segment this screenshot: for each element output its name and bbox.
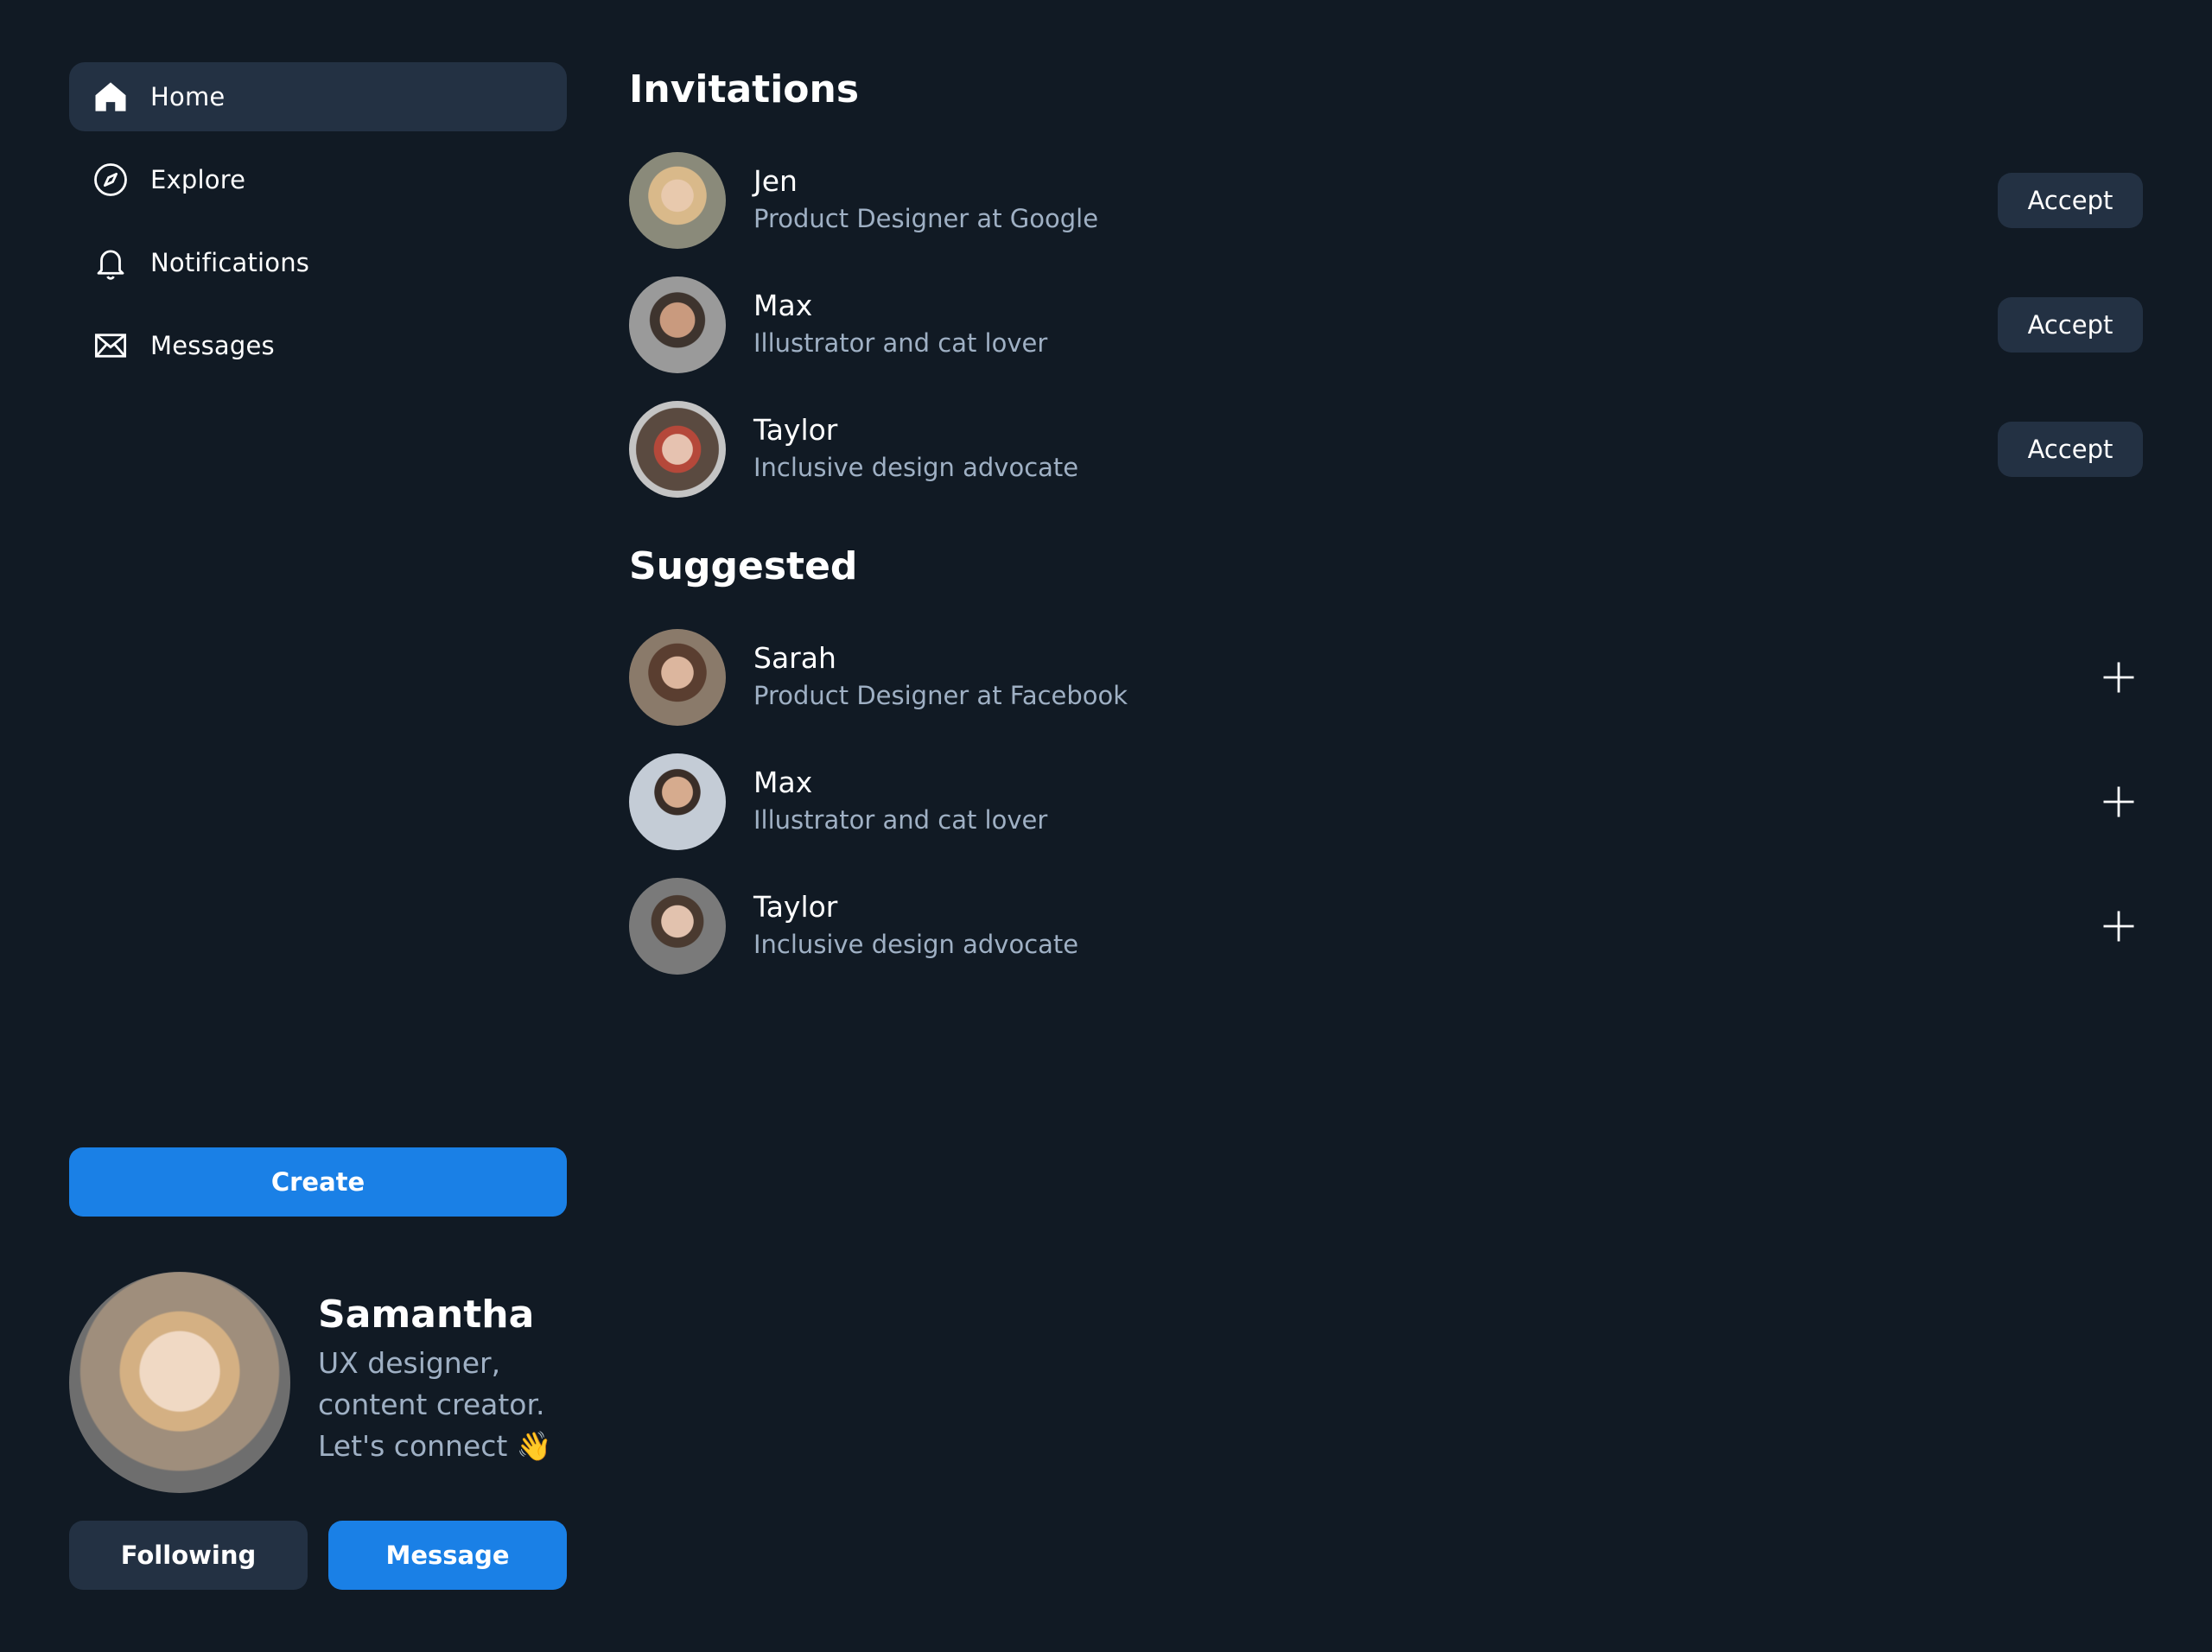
home-icon	[92, 78, 130, 116]
sidebar-item-home[interactable]: Home	[69, 62, 567, 131]
person-description: Inclusive design advocate	[753, 930, 1079, 959]
person-name: Max	[753, 766, 813, 799]
plus-icon	[2103, 786, 2134, 817]
suggested-title: Suggested	[629, 544, 858, 588]
suggested-row: Sarah Product Designer at Facebook	[629, 629, 2143, 726]
profile-name: Samantha	[318, 1293, 535, 1337]
avatar	[69, 1272, 290, 1493]
avatar	[629, 629, 726, 726]
avatar	[629, 152, 726, 249]
accept-button[interactable]: Accept	[1998, 173, 2143, 228]
profile-bio: UX designer, content creator. Let's conn…	[318, 1346, 552, 1463]
person-name: Taylor	[753, 413, 838, 447]
person-description: Illustrator and cat lover	[753, 328, 1048, 358]
avatar	[629, 276, 726, 373]
create-button[interactable]: Create	[69, 1147, 567, 1217]
avatar	[629, 753, 726, 850]
main-content: Invitations Jen Product Designer at Goog…	[629, 0, 2143, 1652]
sidebar-item-notifications[interactable]: Notifications	[69, 228, 567, 297]
avatar	[629, 878, 726, 975]
person-description: Inclusive design advocate	[753, 453, 1079, 482]
add-button[interactable]	[2094, 778, 2143, 826]
person-name: Max	[753, 289, 813, 322]
suggested-row: Max Illustrator and cat lover	[629, 753, 2143, 850]
add-button[interactable]	[2094, 902, 2143, 950]
accept-button[interactable]: Accept	[1998, 297, 2143, 353]
sidebar-item-explore[interactable]: Explore	[69, 145, 567, 214]
bell-icon	[92, 244, 130, 282]
sidebar: Home Explore Notifications Messages Crea…	[69, 62, 567, 1590]
invitation-row: Max Illustrator and cat lover Accept	[629, 276, 2143, 373]
accept-button[interactable]: Accept	[1998, 422, 2143, 477]
person-name: Jen	[753, 164, 798, 198]
message-button[interactable]: Message	[328, 1521, 567, 1590]
avatar	[629, 401, 726, 498]
plus-icon	[2103, 662, 2134, 693]
sidebar-item-messages[interactable]: Messages	[69, 311, 567, 380]
plus-icon	[2103, 911, 2134, 942]
compass-icon	[92, 161, 130, 199]
mail-icon	[92, 327, 130, 365]
invitation-row: Jen Product Designer at Google Accept	[629, 152, 2143, 249]
invitations-title: Invitations	[629, 67, 860, 111]
sidebar-item-label: Home	[150, 82, 226, 111]
invitation-row: Taylor Inclusive design advocate Accept	[629, 401, 2143, 498]
add-button[interactable]	[2094, 653, 2143, 702]
app-root: Home Explore Notifications Messages Crea…	[0, 0, 2212, 1652]
sidebar-item-label: Notifications	[150, 248, 310, 277]
person-name: Taylor	[753, 890, 838, 924]
person-description: Illustrator and cat lover	[753, 805, 1048, 835]
sidebar-item-label: Messages	[150, 331, 275, 360]
person-description: Product Designer at Facebook	[753, 681, 1128, 710]
sidebar-item-label: Explore	[150, 165, 246, 194]
suggested-row: Taylor Inclusive design advocate	[629, 878, 2143, 975]
person-description: Product Designer at Google	[753, 204, 1099, 233]
person-name: Sarah	[753, 641, 836, 675]
following-button[interactable]: Following	[69, 1521, 308, 1590]
